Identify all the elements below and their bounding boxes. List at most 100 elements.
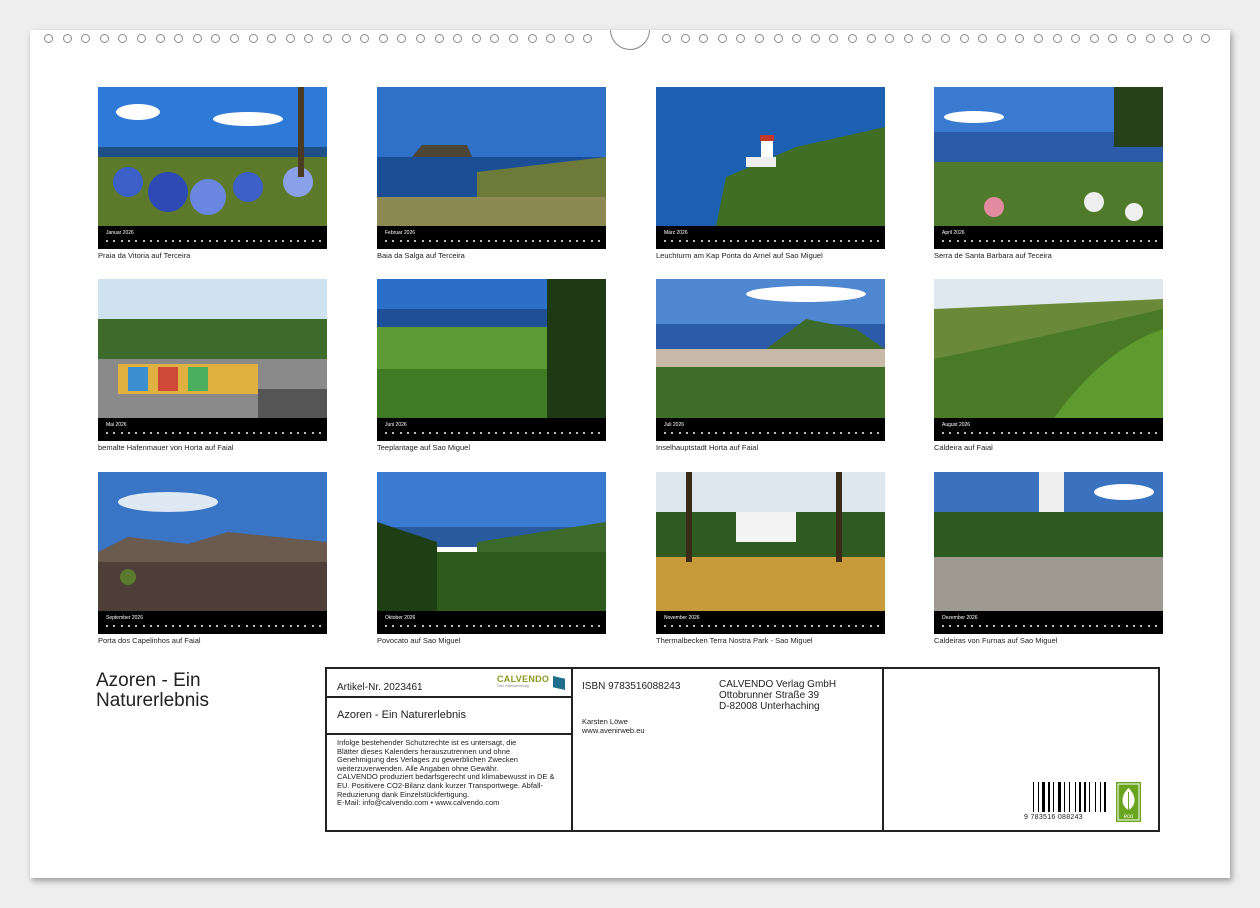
day-mark <box>318 432 321 434</box>
day-mark <box>575 625 578 627</box>
month-label: Oktober 2026 <box>385 615 416 621</box>
day-mark <box>274 625 277 627</box>
day-mark <box>971 432 974 434</box>
binding-ring <box>1182 34 1192 43</box>
binding-ring <box>285 34 295 43</box>
binding-ring <box>848 34 857 43</box>
day-mark <box>216 240 219 242</box>
month-photo <box>377 87 606 226</box>
month-calendar-strip: Dezember 2026 <box>934 611 1163 634</box>
day-mark <box>1147 625 1150 627</box>
day-mark <box>949 625 952 627</box>
day-mark <box>473 432 476 434</box>
day-mark <box>1118 240 1121 242</box>
day-mark <box>1103 432 1106 434</box>
day-row <box>106 624 321 629</box>
binding-ring <box>137 34 146 43</box>
binding-ring <box>1034 34 1043 43</box>
day-mark <box>561 625 564 627</box>
day-mark <box>296 432 299 434</box>
day-mark <box>282 432 285 434</box>
day-mark <box>539 432 542 434</box>
day-mark <box>495 240 498 242</box>
day-mark <box>385 625 387 627</box>
day-mark <box>458 432 461 434</box>
day-mark <box>120 625 123 627</box>
photo-caption: bemalte Hafenmauer von Horta auf Faial <box>98 443 234 452</box>
day-mark <box>730 240 733 242</box>
day-mark <box>179 432 182 434</box>
day-mark <box>693 240 696 242</box>
day-mark <box>252 625 255 627</box>
binding-ring <box>717 34 727 43</box>
day-mark <box>1037 625 1040 627</box>
month-tile: Januar 2026 Praia da Vitoria auf Terceira <box>98 87 327 260</box>
publisher-line: CALVENDO Verlag GmbH <box>719 679 837 690</box>
day-mark <box>700 240 703 242</box>
day-mark <box>832 240 835 242</box>
day-mark <box>517 625 520 627</box>
day-mark <box>179 625 182 627</box>
publisher-address: CALVENDO Verlag GmbH Ottobrunner Straße … <box>719 679 836 712</box>
month-calendar-strip: Juni 2026 <box>377 418 606 441</box>
article-number: Artikel-Nr. 2023461 <box>337 682 423 693</box>
day-mark <box>854 240 857 242</box>
binding-ring <box>527 34 537 43</box>
day-mark <box>788 432 791 434</box>
day-mark <box>1044 625 1047 627</box>
day-mark <box>473 240 476 242</box>
day-mark <box>1096 432 1099 434</box>
day-mark <box>956 432 959 434</box>
day-mark <box>135 240 138 242</box>
day-mark <box>876 625 879 627</box>
eco-leaf-icon: eco <box>1116 782 1141 822</box>
title-line-1: Azoren - Ein <box>96 670 201 691</box>
month-photo <box>656 279 885 418</box>
day-mark <box>106 240 108 242</box>
day-mark <box>1030 240 1033 242</box>
day-mark <box>1132 625 1135 627</box>
day-mark <box>539 625 542 627</box>
day-mark <box>1000 432 1003 434</box>
day-mark <box>179 240 182 242</box>
month-calendar-strip: Januar 2026 <box>98 226 327 249</box>
day-mark <box>847 625 850 627</box>
binding-ring <box>211 34 221 43</box>
day-mark <box>788 625 791 627</box>
day-mark <box>480 625 483 627</box>
day-mark <box>414 240 417 242</box>
day-mark <box>942 625 944 627</box>
month-photo <box>656 472 885 611</box>
day-mark <box>223 432 226 434</box>
day-mark <box>509 240 512 242</box>
day-mark <box>223 240 226 242</box>
day-mark <box>752 432 755 434</box>
binding-ring <box>680 34 690 43</box>
binding-ring <box>99 34 109 43</box>
day-mark <box>164 625 167 627</box>
day-row <box>385 239 600 244</box>
day-mark <box>583 432 586 434</box>
day-mark <box>429 240 432 242</box>
binding-ring <box>903 34 913 43</box>
day-mark <box>517 432 520 434</box>
day-mark <box>128 240 131 242</box>
day-mark <box>1154 432 1157 434</box>
day-mark <box>803 625 806 627</box>
day-mark <box>949 432 952 434</box>
day-mark <box>1015 625 1018 627</box>
photo-caption: Leuchturm am Kap Ponta do Arnel auf Sao … <box>656 251 823 260</box>
day-mark <box>172 432 175 434</box>
photo-caption: Inselhauptstadt Horta auf Faial <box>656 443 759 452</box>
day-mark <box>150 625 153 627</box>
day-mark <box>546 625 549 627</box>
day-mark <box>1103 625 1106 627</box>
day-mark <box>993 432 996 434</box>
day-mark <box>1132 432 1135 434</box>
day-mark <box>781 240 784 242</box>
day-mark <box>289 432 292 434</box>
day-mark <box>752 240 755 242</box>
day-mark <box>744 240 747 242</box>
day-mark <box>832 625 835 627</box>
month-calendar-strip: August 2026 <box>934 418 1163 441</box>
